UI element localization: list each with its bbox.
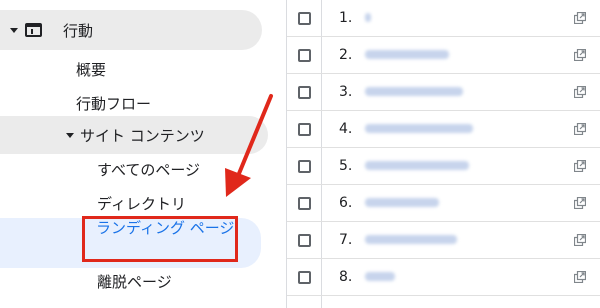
table-row[interactable]: 7. [287,222,600,259]
nav-item-all-pages[interactable]: すべてのページ [97,156,200,182]
sidebar-nav: 行動 概要 行動フロー サイト コンテンツ すべてのページ ディレクトリ ランデ… [0,0,286,308]
table-row[interactable]: 4. [287,111,600,148]
nav-item-overview-label: 概要 [76,60,107,79]
data-table: 1. 2. 3. 4. 5. 6. 7. 8. [286,0,600,308]
row-number: 6. [339,195,353,211]
row-checkbox[interactable] [298,234,311,247]
nav-item-behavior[interactable]: 行動 [10,10,93,50]
nav-item-site-content-label: サイト コンテンツ [80,126,205,145]
table-row[interactable]: 1. [287,0,600,37]
row-checkbox[interactable] [298,86,311,99]
row-number: 4. [339,121,353,137]
redacted-page-path [365,50,449,59]
caret-down-icon [10,27,18,33]
nav-item-behavior-flow-label: 行動フロー [76,94,152,113]
redacted-page-path [365,13,371,22]
row-number: 3. [339,84,353,100]
open-external-icon[interactable] [574,271,586,283]
row-checkbox[interactable] [298,12,311,25]
open-external-icon[interactable] [574,12,586,24]
row-number: 5. [339,158,353,174]
open-external-icon[interactable] [574,234,586,246]
open-external-icon[interactable] [574,49,586,61]
nav-item-directory[interactable]: ディレクトリ [97,190,186,216]
redacted-page-path [365,198,439,207]
nav-item-all-pages-label: すべてのページ [97,160,201,179]
row-number: 2. [339,47,353,63]
caret-down-icon [66,132,74,138]
row-checkbox[interactable] [298,271,311,284]
behavior-window-icon [25,23,42,37]
open-external-icon[interactable] [574,160,586,172]
redacted-page-path [365,235,457,244]
open-external-icon[interactable] [574,197,586,209]
table-row[interactable]: 8. [287,259,600,296]
table-row[interactable]: 2. [287,37,600,74]
nav-item-behavior-label: 行動 [63,21,94,40]
table-row[interactable]: 6. [287,185,600,222]
redacted-page-path [365,272,395,281]
row-number: 7. [339,232,353,248]
open-external-icon[interactable] [574,86,586,98]
row-checkbox[interactable] [298,123,311,136]
nav-item-directory-label: ディレクトリ [97,194,186,213]
nav-item-exit-pages[interactable]: 離脱ページ [97,268,172,294]
row-number: 1. [339,10,353,26]
nav-item-behavior-flow[interactable]: 行動フロー [76,90,151,116]
table-row[interactable]: 5. [287,148,600,185]
highlight-box [82,216,238,262]
nav-item-exit-pages-label: 離脱ページ [97,272,172,291]
nav-item-site-content[interactable]: サイト コンテンツ [66,120,205,150]
nav-item-overview[interactable]: 概要 [76,56,106,82]
row-checkbox[interactable] [298,160,311,173]
open-external-icon[interactable] [574,123,586,135]
row-checkbox[interactable] [298,49,311,62]
redacted-page-path [365,87,463,96]
table-row[interactable]: 3. [287,74,600,111]
row-checkbox[interactable] [298,197,311,210]
row-number: 8. [339,269,353,285]
redacted-page-path [365,161,469,170]
redacted-page-path [365,124,473,133]
